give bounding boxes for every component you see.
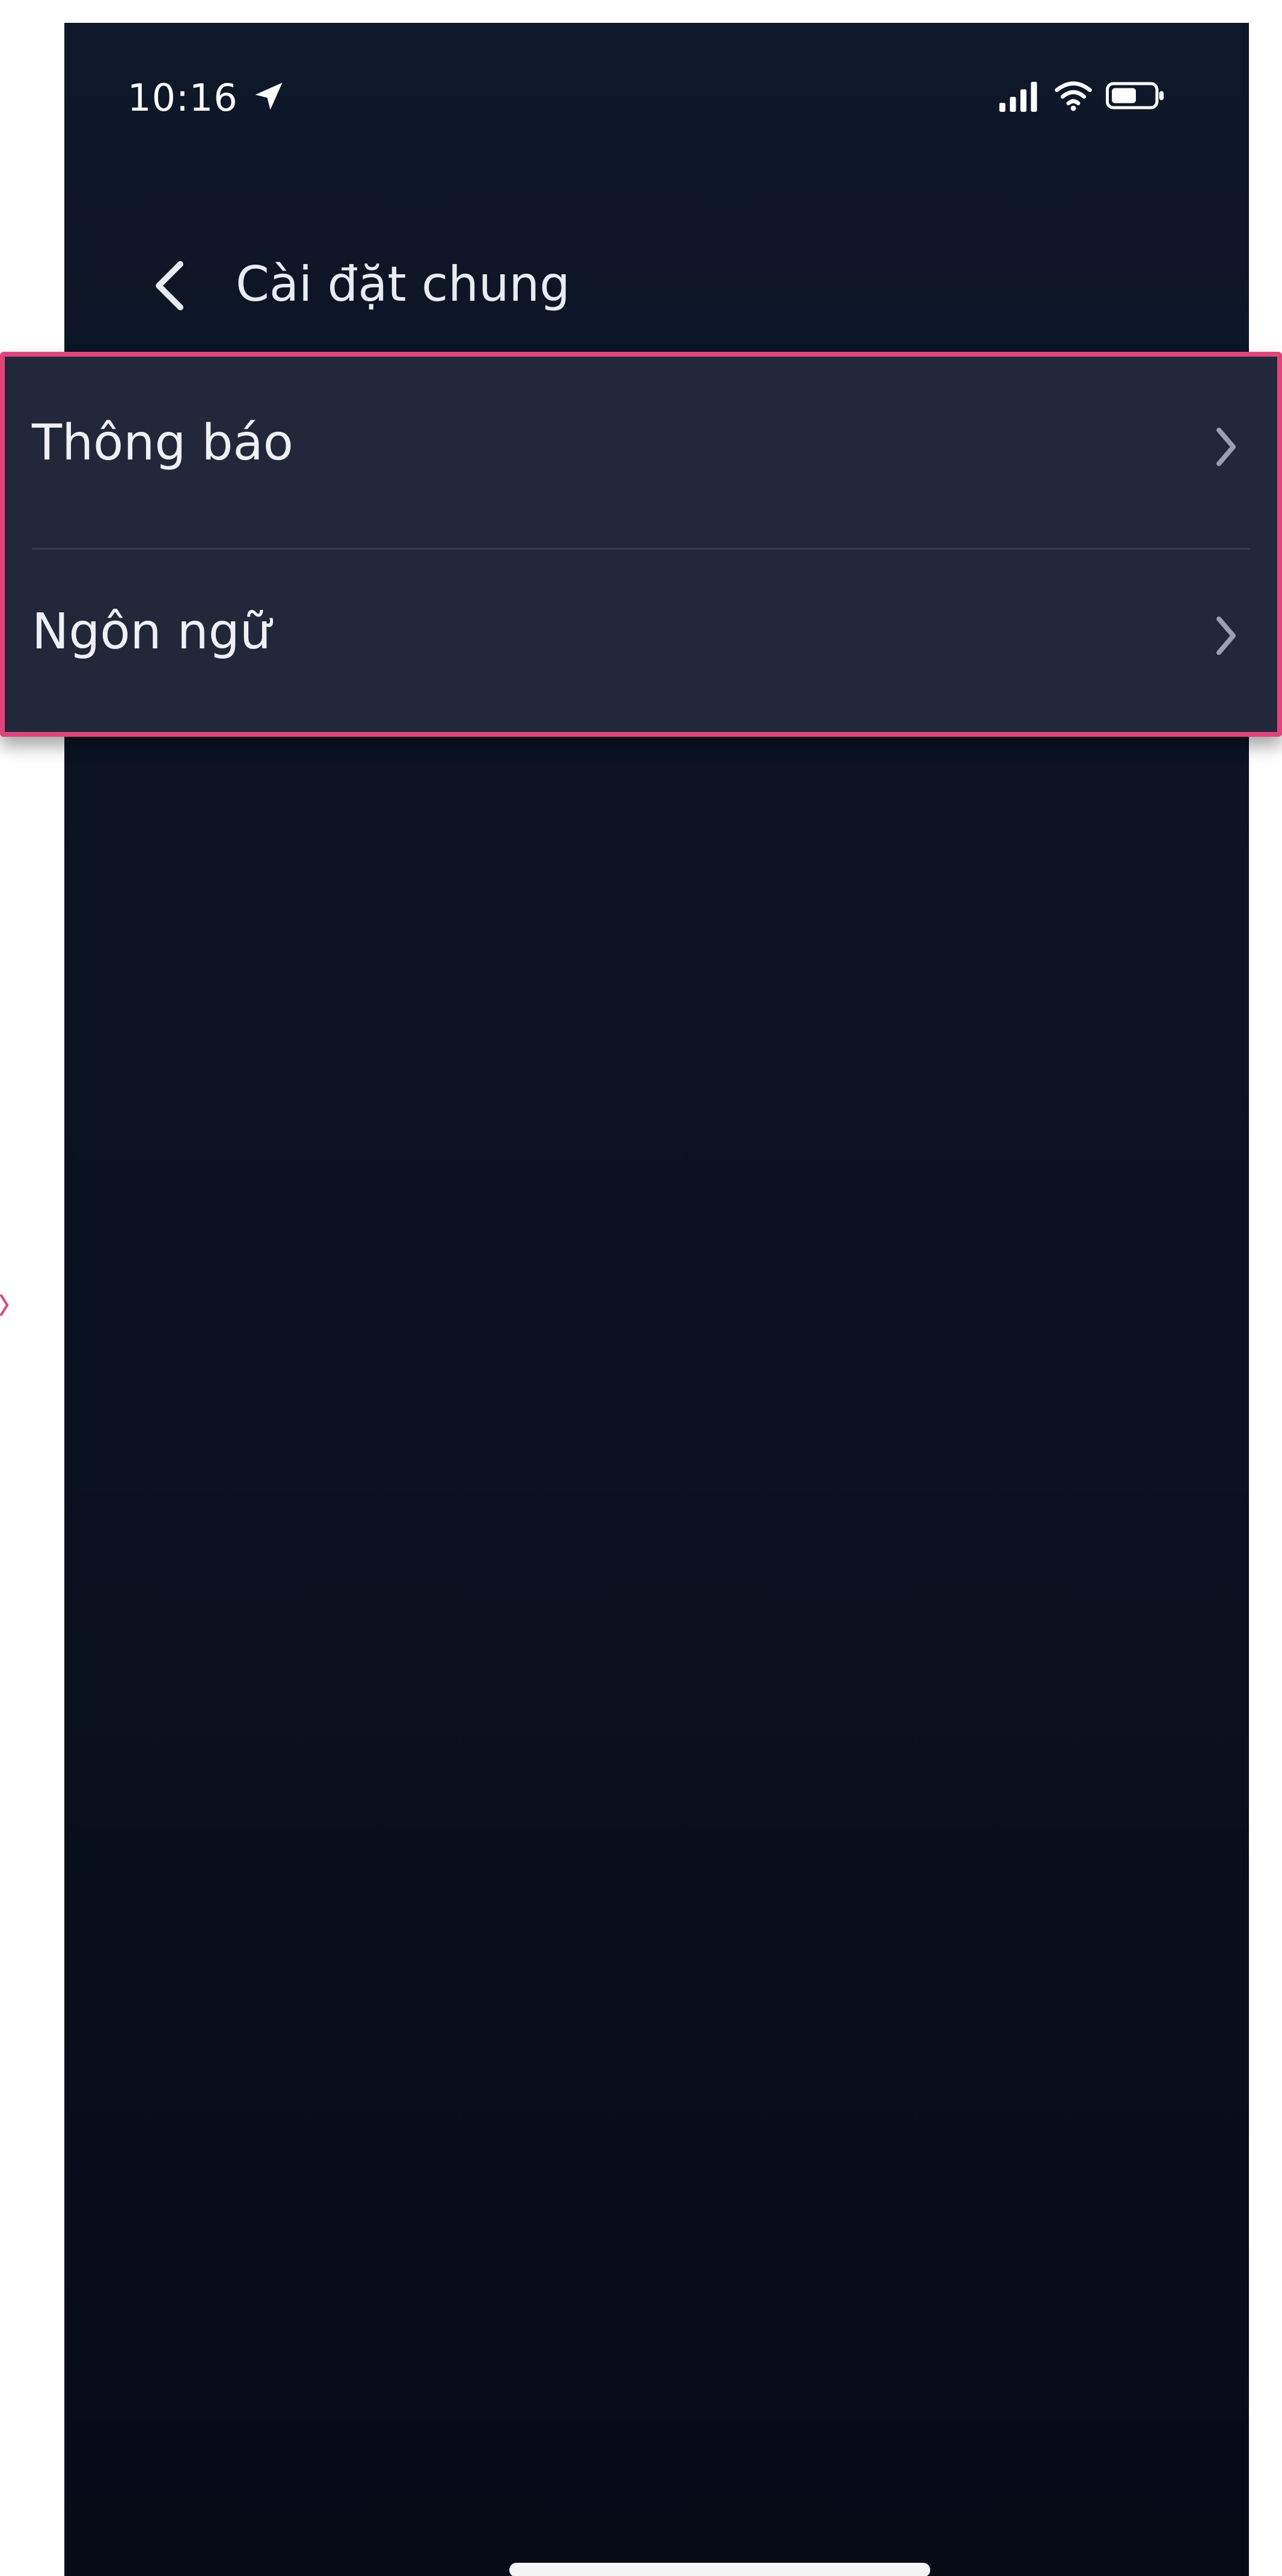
menu-item-label: Ngôn ngữ xyxy=(32,603,271,660)
menu-item-notifications[interactable]: Thông báo xyxy=(5,357,1277,550)
menu-item-label: Thông báo xyxy=(32,414,293,472)
chevron-left-icon[interactable] xyxy=(143,253,197,319)
cellular-signal-icon xyxy=(999,82,1037,112)
page: 10:16 Cài đặt chung Thông báo Ngôn ngữ xyxy=(0,0,1282,2576)
menu-item-language[interactable]: Ngôn ngữ xyxy=(5,546,1277,733)
status-bar: 10:16 xyxy=(64,23,1249,173)
home-indicator[interactable] xyxy=(509,2563,930,2576)
annotation-arrow-mark xyxy=(0,1294,9,1316)
chevron-right-icon xyxy=(1216,428,1236,466)
settings-menu-card: Thông báo Ngôn ngữ xyxy=(0,352,1282,737)
location-arrow-icon xyxy=(255,82,283,110)
wifi-icon xyxy=(1055,81,1092,111)
chevron-right-icon xyxy=(1216,616,1236,655)
navigation-bar: Cài đặt chung xyxy=(64,239,1249,330)
page-title: Cài đặt chung xyxy=(236,256,571,312)
battery-icon xyxy=(1106,82,1164,109)
status-time: 10:16 xyxy=(127,76,238,120)
